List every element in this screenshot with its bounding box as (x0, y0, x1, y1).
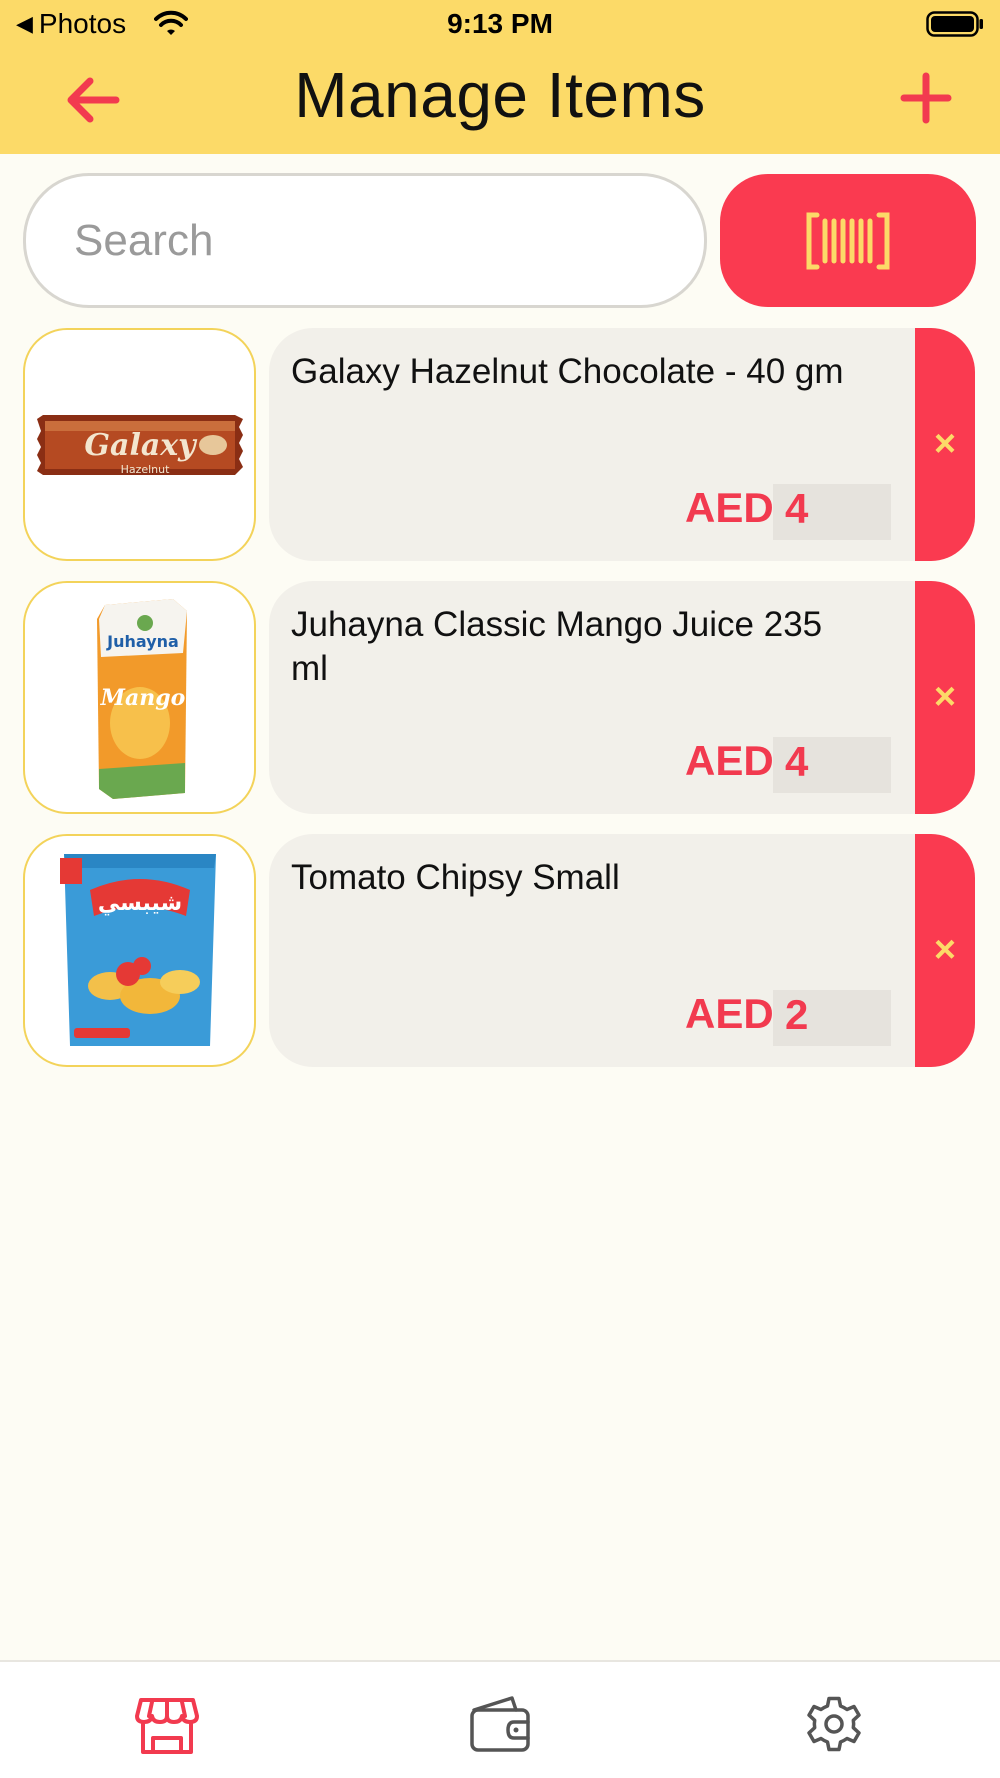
list-item[interactable]: Juhayna Mango Juhayna Classic Mango Juic… (23, 581, 975, 814)
svg-text:Juhayna: Juhayna (106, 632, 179, 651)
svg-text:شيبسي: شيبسي (97, 891, 181, 916)
item-card[interactable]: Juhayna Classic Mango Juice 235 ml AED 4… (269, 581, 975, 814)
search-input[interactable] (23, 173, 707, 308)
item-card[interactable]: Tomato Chipsy Small AED 2 × (269, 834, 975, 1067)
list-item[interactable]: Galaxy Hazelnut Galaxy Hazelnut Chocolat… (23, 328, 975, 561)
wallet-icon[interactable] (468, 1692, 532, 1756)
close-icon: × (933, 423, 957, 465)
gear-icon[interactable] (802, 1692, 866, 1756)
svg-text:Galaxy: Galaxy (84, 428, 198, 463)
currency-label: AED (685, 990, 774, 1037)
page-title: Manage Items (294, 59, 706, 131)
product-image-galaxy: Galaxy Hazelnut (23, 328, 256, 561)
list-item[interactable]: شيبسي Tomato Chipsy Small AED 2 × (23, 834, 975, 1067)
item-name: Juhayna Classic Mango Juice 235 ml (291, 605, 823, 688)
barcode-scan-button[interactable] (720, 174, 976, 307)
close-icon: × (933, 676, 957, 718)
svg-text:Hazelnut: Hazelnut (120, 463, 170, 476)
tab-bar (0, 1660, 1000, 1778)
product-image-chipsy: شيبسي (23, 834, 256, 1067)
header: ◀ Photos 9:13 PM Manage Items (0, 0, 1000, 154)
delete-item-button[interactable]: × (915, 581, 975, 814)
add-item-plus-icon[interactable] (898, 70, 954, 126)
item-card[interactable]: Galaxy Hazelnut Chocolate - 40 gm AED 4 … (269, 328, 975, 561)
price-field[interactable]: 4 (773, 484, 891, 540)
status-time: 9:13 PM (447, 8, 553, 39)
status-bar: ◀ Photos 9:13 PM (0, 0, 1000, 50)
item-name: Galaxy Hazelnut Chocolate - 40 gm (291, 352, 844, 391)
close-icon: × (933, 929, 957, 971)
currency-label: AED (685, 484, 774, 531)
delete-item-button[interactable]: × (915, 328, 975, 561)
item-name: Tomato Chipsy Small (291, 858, 620, 897)
price-field[interactable]: 2 (773, 990, 891, 1046)
product-image-juhayna: Juhayna Mango (23, 581, 256, 814)
currency-label: AED (685, 737, 774, 784)
store-icon[interactable] (135, 1692, 199, 1756)
price-field[interactable]: 4 (773, 737, 891, 793)
delete-item-button[interactable]: × (915, 834, 975, 1067)
battery-icon (926, 11, 983, 37)
svg-text:Mango: Mango (99, 685, 185, 711)
barcode-icon (806, 212, 890, 269)
